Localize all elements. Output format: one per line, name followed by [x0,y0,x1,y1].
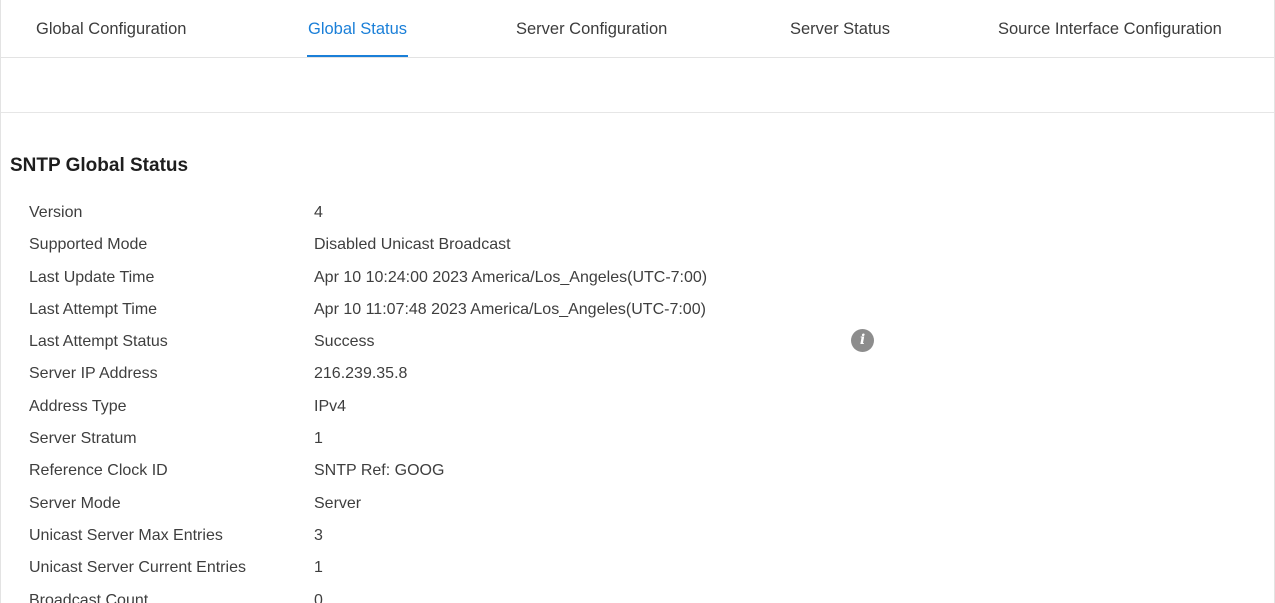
status-value: SNTP Ref: GOOG [314,462,445,480]
status-row-unicast-server-current-entries: Unicast Server Current Entries 1 [29,556,1129,588]
info-icon[interactable]: i [851,329,874,352]
status-row-server-ip-address: Server IP Address 216.239.35.8 [29,362,1129,394]
status-label: Server Mode [29,494,121,512]
status-label: Last Attempt Status [29,333,168,351]
status-row-server-stratum: Server Stratum 1 [29,427,1129,459]
status-label: Last Attempt Time [29,300,158,318]
status-value: 1 [314,430,323,448]
status-value: 4 [314,204,323,221]
status-label: Broadcast Count [29,591,149,603]
status-value: IPv4 [314,397,347,415]
status-label: Reference Clock ID [29,462,168,480]
status-row-server-mode: Server Mode Server [29,492,1129,524]
status-value: 216.239.35.8 [314,365,408,383]
tab-source-interface-configuration[interactable]: Source Interface Configuration [998,0,1222,56]
status-value: Apr 10 11:07:48 2023 America/Los_Angeles… [314,300,706,318]
status-row-unicast-server-max-entries: Unicast Server Max Entries 3 [29,524,1129,556]
status-label: Unicast Server Max Entries [29,526,223,544]
status-row-supported-mode: Supported Mode Disabled Unicast Broadcas… [29,233,1129,265]
status-label: Address Type [29,397,127,415]
section-title: SNTP Global Status [10,155,189,176]
status-row-version: Version 4 [29,201,1129,233]
status-label: Server Stratum [29,430,137,448]
status-value: 1 [314,559,323,577]
status-label: Last Update Time [29,268,155,286]
status-value: 3 [314,526,323,544]
status-row-address-type: Address Type IPv4 [29,395,1129,427]
status-list: Version 4 Supported Mode Disabled Unicas… [29,201,1129,603]
status-label: Supported Mode [29,236,148,254]
status-label: Unicast Server Current Entries [29,559,246,577]
toolbar-area [1,58,1274,113]
tab-global-status[interactable]: Global Status [306,0,409,57]
status-value: 0 [314,591,323,603]
status-row-last-update-time: Last Update Time Apr 10 10:24:00 2023 Am… [29,266,1129,298]
status-value: Disabled Unicast Broadcast [314,236,511,254]
status-value: Server [314,494,362,512]
tab-server-status[interactable]: Server Status [790,0,890,56]
status-value: Apr 10 10:24:00 2023 America/Los_Angeles… [314,268,708,286]
sntp-global-status-page: Global Configuration Global Status Serve… [0,0,1275,603]
tab-bar: Global Configuration Global Status Serve… [1,0,1274,58]
status-label: Version [29,204,83,221]
tab-server-configuration[interactable]: Server Configuration [516,0,667,56]
status-row-last-attempt-time: Last Attempt Time Apr 10 11:07:48 2023 A… [29,298,1129,330]
status-row-reference-clock-id: Reference Clock ID SNTP Ref: GOOG [29,459,1129,491]
status-label: Server IP Address [29,365,158,383]
status-row-broadcast-count: Broadcast Count 0 [29,589,1129,603]
status-value: Success [314,333,375,351]
status-row-last-attempt-status: Last Attempt Status Success [29,330,1129,362]
tab-global-configuration[interactable]: Global Configuration [36,0,186,56]
